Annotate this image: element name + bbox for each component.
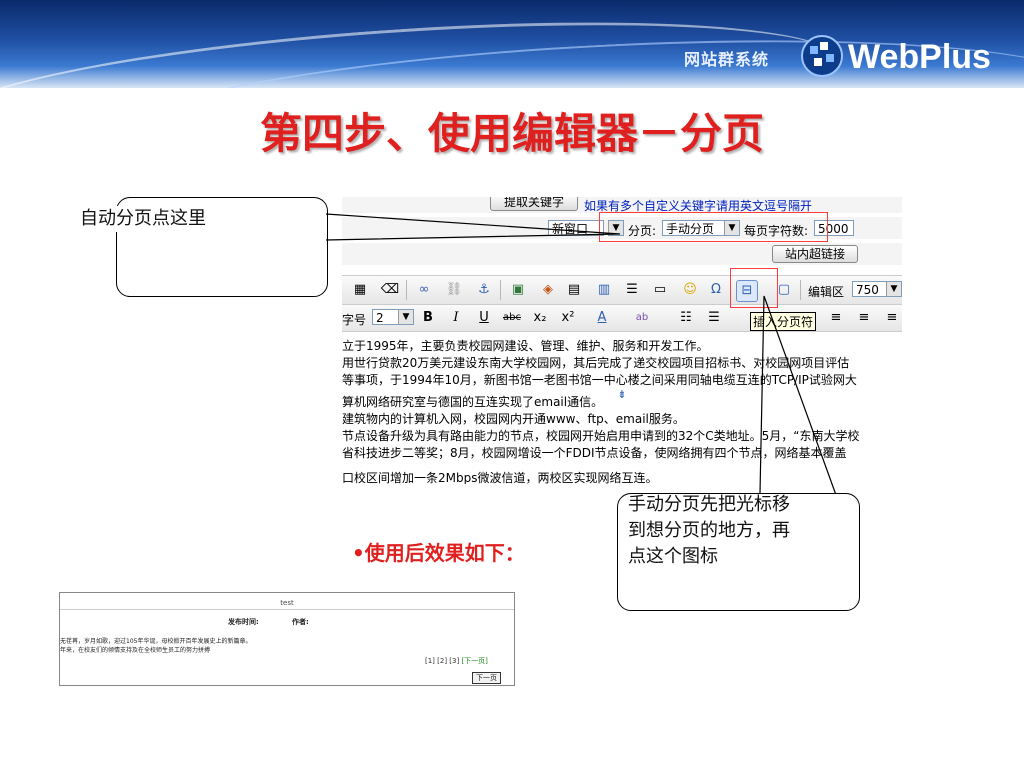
editor-link-row: 站内超链接 [342, 243, 902, 265]
image-icon[interactable]: ▣ [508, 280, 528, 300]
page-links[interactable]: [1] [2] [3] [425, 657, 459, 665]
publish-time-label: 发布时间: [228, 618, 259, 626]
chevron-down-icon: ▼ [886, 282, 901, 296]
content-line: 立于1995年，主要负责校园网建设、管理、维护、服务和开发工作。 [342, 339, 709, 353]
article-text-line: 无荏苒，岁月如歌，迎过105年华诞，母校掀开百年发展史上的新篇章。 [60, 638, 252, 645]
callout-manual-paging-line-3: 点这个图标 [628, 546, 718, 567]
font-color-icon[interactable]: A [592, 308, 612, 328]
paging-highlight-box [599, 212, 828, 242]
content-line: 建筑物内的计算机入网，校园网内开通www、ftp、email服务。 [342, 412, 685, 426]
align-center-icon[interactable]: ≡ [826, 308, 846, 328]
callout-manual-paging-line-2: 到想分页的地方，再 [628, 520, 790, 541]
article-divider [60, 609, 514, 610]
result-screenshot: test 发布时间: 作者: 无荏苒，岁月如歌，迎过105年华诞，母校掀开百年发… [59, 592, 515, 686]
highlight-color-icon[interactable]: ab [632, 308, 652, 328]
window-target-value: 新窗口 [552, 222, 589, 236]
content-line: 算机网络研究室与德国的互连实现了email通信。 [342, 395, 604, 409]
callout-manual-paging-line-1: 手动分页先把光标移 [628, 494, 790, 515]
internal-link-button[interactable]: 站内超链接 [772, 245, 858, 263]
font-size-value: 2 [376, 311, 384, 325]
article-text-line: 年来，在校友们的倾情支持及在全校师生员工的努力拼搏 [60, 647, 211, 654]
page-break-marker-icon: ⇟ [617, 388, 627, 401]
chevron-down-icon: ▼ [398, 310, 413, 324]
article-title: test [280, 599, 294, 607]
edit-area-width-value: 750 [856, 283, 879, 297]
align-right-icon[interactable]: ≡ [854, 308, 874, 328]
editor-keyword-row: 提取关键字 如果有多个自定义关键字请用英文逗号隔开 [342, 197, 902, 213]
content-line: 口校区间增加一条2Mbps微波信道，两校区实现网络互连。 [342, 471, 658, 484]
italic-button[interactable]: I [446, 308, 466, 328]
webplus-logo-text: WebPlus [848, 38, 991, 76]
callout-auto-paging-text: 自动分页点这里 [80, 206, 206, 232]
link-icon[interactable]: ∞ [414, 280, 434, 300]
anchor-icon[interactable]: ⚓ [474, 280, 494, 300]
next-page-button[interactable]: 下一页 [472, 672, 501, 684]
table-icon[interactable]: ▦ [350, 280, 370, 300]
toolbar-divider [406, 280, 407, 300]
font-size-label: 字号 [342, 313, 367, 327]
editor-toolbar-top: ▦ ⌫ ∞ ⛓ ⚓ ▣ ◈ ▤ ▥ ☰ ▭ ☺ Ω ⊟ ▢ 编辑区 750 ▼ [342, 275, 902, 305]
eraser-icon[interactable]: ⌫ [380, 280, 400, 300]
justify-icon[interactable]: ≡ [882, 308, 902, 328]
author-label: 作者: [292, 618, 309, 626]
pagination: [1] [2] [3] [下一页] [425, 656, 488, 666]
media-icon[interactable]: ▤ [564, 280, 584, 300]
form-icon[interactable]: ▭ [650, 280, 670, 300]
edit-area-label: 编辑区 [808, 285, 845, 299]
slide-title: 第四步、使用编辑器－分页 [259, 109, 764, 158]
strikethrough-button[interactable]: abc [502, 308, 522, 328]
edit-area-width-select[interactable]: 750 ▼ [852, 281, 902, 297]
next-page-link[interactable]: [下一页] [461, 657, 487, 665]
toolbar-divider [800, 280, 801, 300]
window-target-select[interactable]: 新窗口 [548, 220, 604, 236]
site-group-label: 网站群系统 [684, 50, 770, 69]
underline-button[interactable]: U [474, 308, 494, 328]
subscript-button[interactable]: x₂ [530, 308, 550, 328]
webplus-logo-icon [801, 35, 843, 77]
flash-icon[interactable]: ◈ [538, 280, 558, 300]
insert-page-break-tooltip: 插入分页符 [750, 312, 817, 331]
content-line: 用世行贷款20万美元建设东南大学校园网，其后完成了递交校园项目招标书、对校园网项… [342, 356, 850, 370]
content-line: 节点设备升级为具有路由能力的节点，校园网开始启用申请到的32个C类地址。5月，“… [342, 429, 860, 443]
numbered-list-icon[interactable]: ☷ [676, 308, 696, 328]
bold-button[interactable]: B [418, 308, 438, 328]
unlink-icon[interactable]: ⛓ [444, 280, 464, 300]
font-size-select[interactable]: 2 ▼ [372, 309, 414, 325]
horizontal-rule-icon[interactable]: ☰ [622, 280, 642, 300]
bulleted-list-icon[interactable]: ☰ [704, 308, 724, 328]
editor-toolbar-format: 字号 2 ▼ B I U abc x₂ x² A ab ☷ ☰ ≡ ≡ ≡ [342, 305, 902, 332]
table-insert-icon[interactable]: ▥ [594, 280, 614, 300]
superscript-button[interactable]: x² [558, 308, 578, 328]
smiley-icon[interactable]: ☺ [680, 280, 700, 300]
extract-keyword-button[interactable]: 提取关键字 [490, 197, 578, 211]
toolbar-divider [500, 280, 501, 300]
result-effect-label: •使用后效果如下： [352, 541, 525, 565]
content-line: 等事项，于1994年10月，新图书馆一老图书馆一中心楼之间采用同轴电缆互连的TC… [342, 373, 857, 387]
special-char-icon[interactable]: Ω [706, 280, 726, 300]
header-banner: 网站群系统 WebPlus [0, 0, 1024, 88]
page-break-button-highlight-box [730, 268, 778, 308]
content-line: 省科技进步二等奖；8月，校园网增设一个FDDI节点设备，使网络拥有四个节点，网络… [342, 446, 847, 460]
